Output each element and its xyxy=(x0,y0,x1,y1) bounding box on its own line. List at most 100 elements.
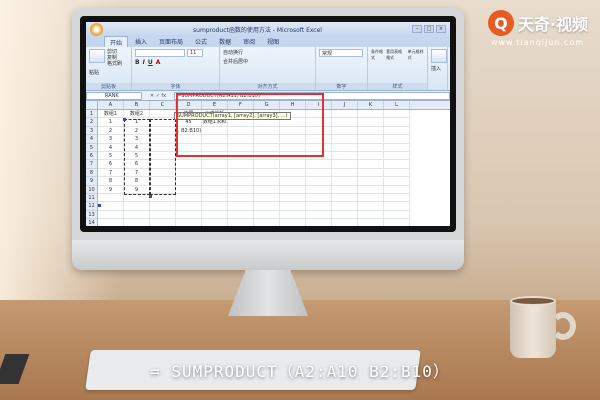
cell-a[interactable] xyxy=(98,219,124,226)
row-header[interactable]: 9 xyxy=(86,177,98,186)
cell-empty[interactable] xyxy=(254,168,280,178)
cell-b[interactable] xyxy=(124,219,150,226)
wrap-text-button[interactable]: 自动换行 xyxy=(223,49,312,56)
minimize-icon[interactable]: – xyxy=(412,25,422,33)
row-header[interactable]: 4 xyxy=(86,135,98,144)
cell-empty[interactable] xyxy=(384,126,410,136)
column-header[interactable]: A xyxy=(98,101,124,109)
number-format-dropdown[interactable]: 常规 xyxy=(319,49,363,57)
range-handle[interactable] xyxy=(98,204,101,207)
cell-empty[interactable] xyxy=(228,219,254,226)
cell-empty[interactable] xyxy=(358,193,384,203)
cell-empty[interactable] xyxy=(306,193,332,203)
name-box[interactable]: RANK xyxy=(86,91,142,100)
cell-d[interactable] xyxy=(176,168,202,178)
cell-empty[interactable] xyxy=(254,202,280,211)
cell-d[interactable] xyxy=(176,185,202,194)
cell-empty[interactable] xyxy=(384,160,410,169)
cell-e[interactable] xyxy=(202,219,228,226)
cell-e[interactable] xyxy=(202,168,228,178)
column-header[interactable]: K xyxy=(358,101,384,109)
paste-icon[interactable] xyxy=(89,49,105,63)
row-header[interactable]: 6 xyxy=(86,151,98,161)
merge-center-button[interactable]: 合并后居中 xyxy=(223,58,312,65)
range-handle[interactable] xyxy=(149,195,152,198)
cell-a[interactable]: 9 xyxy=(98,185,124,194)
cell-b[interactable] xyxy=(124,210,150,220)
cell-a[interactable]: 8 xyxy=(98,177,124,186)
cell-d[interactable] xyxy=(176,177,202,186)
row-header[interactable]: 1 xyxy=(86,110,98,119)
cell-empty[interactable] xyxy=(384,185,410,194)
cell-empty[interactable] xyxy=(384,202,410,211)
cell-empty[interactable] xyxy=(280,210,306,220)
cell-empty[interactable] xyxy=(254,210,280,220)
cell-empty[interactable] xyxy=(358,151,384,161)
formula-buttons[interactable]: ✕ ✓ fx xyxy=(142,93,174,99)
tab-review[interactable]: 审阅 xyxy=(238,36,260,47)
cell-empty[interactable] xyxy=(384,151,410,161)
cell-empty[interactable] xyxy=(358,143,384,152)
cell-empty[interactable] xyxy=(280,160,306,169)
cell-empty[interactable] xyxy=(332,193,358,203)
cell-empty[interactable] xyxy=(358,219,384,226)
cell-empty[interactable] xyxy=(332,135,358,144)
cell-empty[interactable] xyxy=(228,160,254,169)
cell-empty[interactable] xyxy=(306,168,332,178)
cell-a[interactable] xyxy=(98,210,124,220)
row-header[interactable]: 2 xyxy=(86,118,98,127)
cell-empty[interactable] xyxy=(332,160,358,169)
tab-formulas[interactable]: 公式 xyxy=(190,36,212,47)
cell-empty[interactable] xyxy=(384,193,410,203)
cell-empty[interactable] xyxy=(332,110,358,119)
row-header[interactable]: 3 xyxy=(86,126,98,136)
row-header[interactable]: 10 xyxy=(86,185,98,194)
cell-empty[interactable] xyxy=(228,168,254,178)
bold-icon[interactable]: B xyxy=(135,59,140,66)
cell-b[interactable]: 数组2 xyxy=(124,110,150,119)
row-header[interactable]: 12 xyxy=(86,202,98,211)
cell-empty[interactable] xyxy=(358,202,384,211)
cell-a[interactable] xyxy=(98,202,124,211)
row-header[interactable]: 11 xyxy=(86,193,98,203)
row-header[interactable]: 5 xyxy=(86,143,98,152)
cell-empty[interactable] xyxy=(280,202,306,211)
cell-e[interactable] xyxy=(202,210,228,220)
cell-empty[interactable] xyxy=(254,219,280,226)
cell-c[interactable] xyxy=(150,110,176,119)
conditional-format-button[interactable]: 条件格式 xyxy=(371,49,384,61)
cell-empty[interactable] xyxy=(332,143,358,152)
cell-a[interactable]: 数组1 xyxy=(98,110,124,119)
cell-empty[interactable] xyxy=(332,202,358,211)
cell-e[interactable] xyxy=(202,185,228,194)
cell-empty[interactable] xyxy=(384,210,410,220)
italic-icon[interactable]: I xyxy=(143,59,145,66)
paste-button[interactable]: 粘贴 xyxy=(89,69,128,76)
cell-empty[interactable] xyxy=(280,177,306,186)
cell-empty[interactable] xyxy=(358,126,384,136)
cell-empty[interactable] xyxy=(384,219,410,226)
cell-c[interactable] xyxy=(150,193,176,203)
cell-empty[interactable] xyxy=(358,160,384,169)
cell-empty[interactable] xyxy=(228,202,254,211)
cell-empty[interactable] xyxy=(280,168,306,178)
cell-d[interactable] xyxy=(176,160,202,169)
cell-e[interactable] xyxy=(202,193,228,203)
cell-empty[interactable] xyxy=(306,177,332,186)
tab-home[interactable]: 开始 xyxy=(104,36,129,47)
cell-empty[interactable] xyxy=(332,168,358,178)
cell-empty[interactable] xyxy=(254,177,280,186)
cell-empty[interactable] xyxy=(280,193,306,203)
cell-empty[interactable] xyxy=(332,126,358,136)
cell-empty[interactable] xyxy=(254,185,280,194)
cell-empty[interactable] xyxy=(306,160,332,169)
close-icon[interactable]: × xyxy=(436,25,446,33)
font-name-dropdown[interactable] xyxy=(135,49,185,57)
insert-button[interactable]: 插入 xyxy=(431,65,444,72)
cell-empty[interactable] xyxy=(358,135,384,144)
cell-d[interactable] xyxy=(176,210,202,220)
cell-empty[interactable] xyxy=(254,160,280,169)
cell-empty[interactable] xyxy=(384,110,410,119)
cell-a[interactable]: 5 xyxy=(98,151,124,161)
row-header[interactable]: 8 xyxy=(86,168,98,178)
